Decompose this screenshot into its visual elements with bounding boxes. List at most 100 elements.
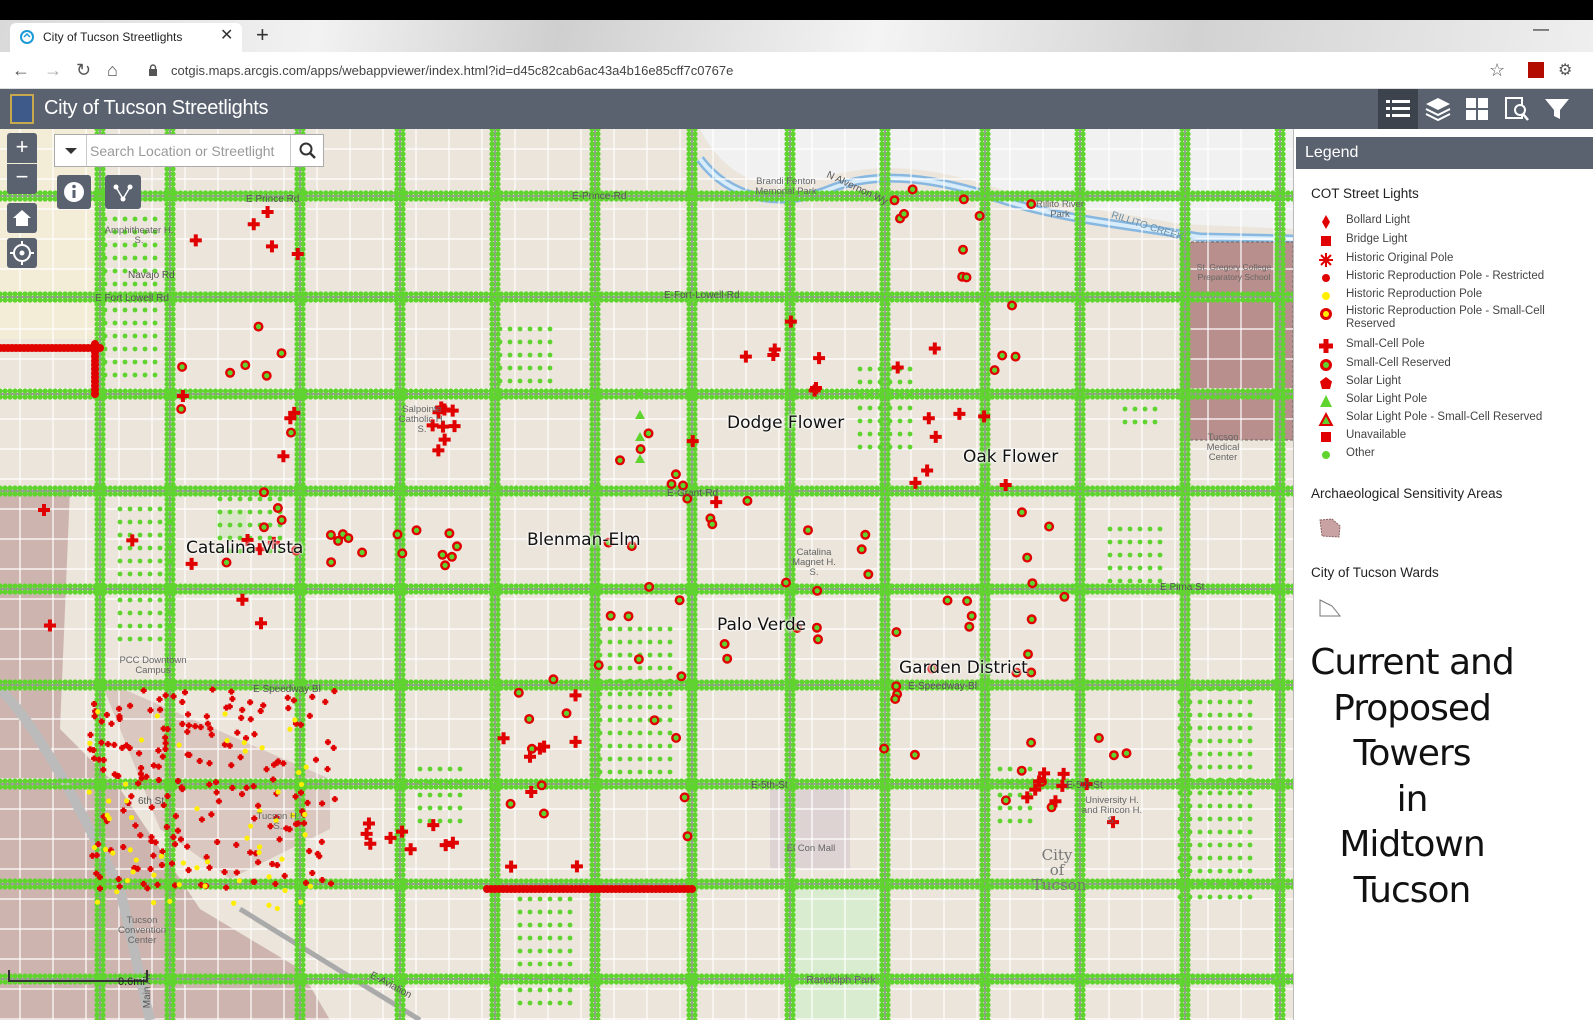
- other-light: [394, 852, 400, 858]
- other-light: [784, 987, 790, 993]
- other-light: [157, 190, 163, 196]
- other-light: [979, 917, 985, 923]
- other-light: [400, 647, 406, 653]
- url-text[interactable]: cotgis.maps.arcgis.com/apps/webappviewer…: [171, 63, 733, 78]
- other-light: [1179, 596, 1185, 603]
- other-light: [1280, 712, 1286, 718]
- other-light: [170, 326, 176, 332]
- other-light: [595, 576, 601, 583]
- other-light: [790, 867, 796, 873]
- tab-close-icon[interactable]: ✕: [220, 27, 233, 45]
- other-light: [985, 717, 991, 723]
- other-light: [784, 832, 790, 838]
- new-tab-button[interactable]: +: [256, 24, 269, 46]
- other-light: [1080, 376, 1086, 382]
- layers-tool-button[interactable]: [1418, 89, 1458, 129]
- other-light: [1185, 672, 1191, 678]
- other-light: [979, 496, 985, 502]
- other-light: [100, 752, 106, 758]
- other-light: [528, 190, 534, 196]
- filter-tool-button[interactable]: [1537, 89, 1593, 129]
- back-icon[interactable]: ←: [12, 59, 30, 81]
- other-light: [686, 842, 692, 848]
- legend-tool-button[interactable]: [1378, 89, 1418, 129]
- map-canvas[interactable]: [0, 129, 1293, 1020]
- other-light: [1179, 952, 1185, 958]
- other-light: [879, 496, 885, 502]
- other-light: [1080, 672, 1086, 678]
- extension-icon[interactable]: ⚙: [1558, 60, 1572, 80]
- other-light: [394, 662, 400, 668]
- other-light: [790, 516, 796, 522]
- other-light: [495, 947, 501, 953]
- other-light: [94, 271, 100, 277]
- other-light: [1080, 246, 1086, 252]
- other-light: [1280, 171, 1286, 177]
- other-light: [394, 742, 400, 748]
- other-light: [595, 992, 601, 998]
- other-light: [692, 166, 698, 172]
- other-light: [94, 246, 100, 252]
- other-light: [985, 601, 991, 608]
- other-light: [692, 261, 698, 267]
- other-light: [308, 190, 314, 196]
- other-light: [784, 937, 790, 943]
- other-light: [1185, 431, 1191, 437]
- other-light: [985, 732, 991, 738]
- other-light: [1274, 516, 1280, 522]
- other-light: [238, 190, 244, 196]
- other-light: [790, 667, 796, 673]
- other-light: [1274, 957, 1280, 963]
- other-light: [1185, 311, 1191, 317]
- other-light: [495, 176, 501, 182]
- reload-icon[interactable]: ↻: [76, 59, 91, 81]
- other-light: [100, 917, 106, 923]
- other-light: [164, 476, 170, 482]
- other-light: [784, 702, 790, 708]
- other-light: [489, 847, 495, 853]
- home-icon[interactable]: ⌂: [107, 59, 118, 81]
- other-light: [495, 476, 501, 482]
- other-light: [979, 336, 985, 342]
- other-light: [1280, 837, 1286, 843]
- other-light: [985, 286, 991, 292]
- other-light: [1074, 266, 1080, 272]
- other-light: [692, 466, 698, 472]
- other-light: [300, 426, 306, 432]
- other-light: [979, 992, 985, 998]
- other-light: [979, 190, 985, 196]
- map-view[interactable]: [0, 129, 1293, 1020]
- other-light: [784, 606, 790, 613]
- other-light: [1280, 907, 1286, 913]
- other-light: [885, 947, 891, 953]
- other-light: [170, 702, 176, 708]
- query-tool-button[interactable]: [1497, 89, 1537, 129]
- other-light: [979, 341, 985, 347]
- other-light: [595, 521, 601, 527]
- other-light: [170, 907, 176, 913]
- other-light: [1074, 632, 1080, 638]
- other-light: [1274, 647, 1280, 653]
- other-light: [294, 957, 300, 963]
- pdf-extension-icon[interactable]: [1528, 62, 1544, 78]
- minimize-button[interactable]: —: [1533, 21, 1549, 39]
- basemap-tool-button[interactable]: [1457, 89, 1497, 129]
- other-light: [1280, 331, 1286, 337]
- other-light: [692, 717, 698, 723]
- other-light: [985, 181, 991, 187]
- other-light: [489, 842, 495, 848]
- forward-icon[interactable]: →: [44, 59, 62, 81]
- other-light: [489, 346, 495, 352]
- other-light: [589, 762, 595, 768]
- other-light: [1280, 702, 1286, 708]
- other-light: [595, 812, 601, 818]
- other-light: [294, 336, 300, 342]
- other-light: [979, 326, 985, 332]
- other-light: [686, 551, 692, 558]
- bookmark-star-icon[interactable]: ☆: [1489, 60, 1505, 81]
- other-light: [1274, 321, 1280, 327]
- other-light: [885, 426, 891, 432]
- other-light: [879, 311, 885, 317]
- other-light: [885, 286, 891, 292]
- other-light: [170, 807, 176, 813]
